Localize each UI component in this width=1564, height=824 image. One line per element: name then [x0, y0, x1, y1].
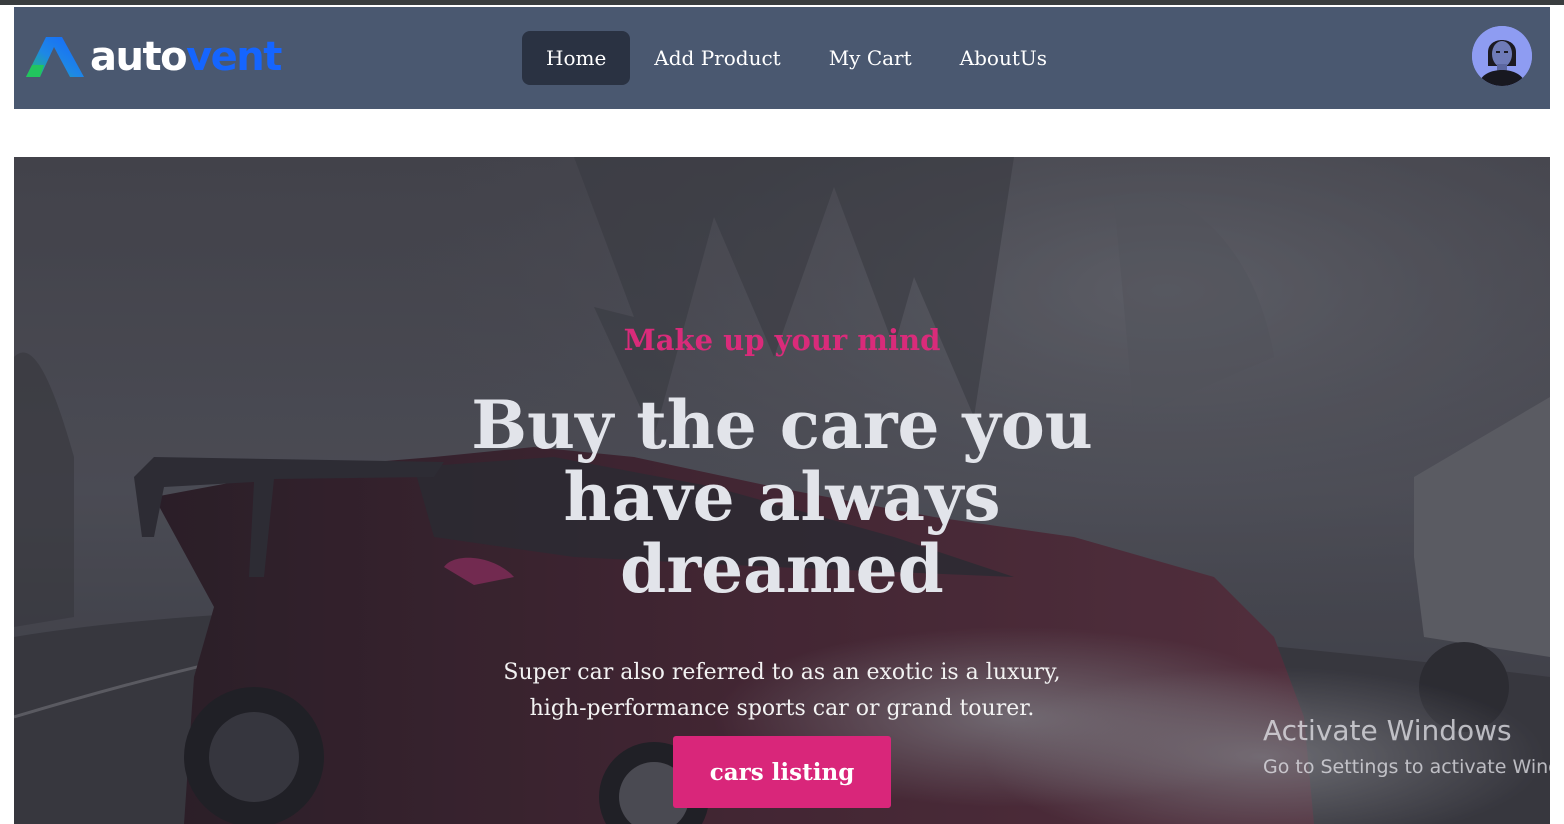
hero-banner: Make up your mind Buy the care you have …: [14, 157, 1550, 824]
nav-item-about-us[interactable]: AboutUs: [936, 31, 1071, 85]
hero-headline: Buy the care you have always dreamed: [471, 386, 1093, 608]
watermark-subtitle: Go to Settings to activate Windows.: [1263, 756, 1550, 778]
brand-name-part2: vent: [186, 34, 282, 80]
watermark-title: Activate Windows: [1263, 714, 1512, 747]
brand-name: autovent: [90, 34, 282, 80]
nav-item-add-product[interactable]: Add Product: [630, 31, 804, 85]
nav-item-my-cart[interactable]: My Cart: [805, 31, 936, 85]
brand-logo[interactable]: autovent: [26, 34, 282, 80]
nav-item-home[interactable]: Home: [522, 31, 631, 85]
hero-description: Super car also referred to as an exotic …: [503, 660, 1061, 721]
cars-listing-button[interactable]: cars listing: [673, 736, 891, 808]
main-nav: Home Add Product My Cart AboutUs: [522, 31, 1071, 85]
logo-mark-icon: [26, 37, 84, 77]
navbar: autovent Home Add Product My Cart AboutU…: [14, 7, 1550, 109]
user-avatar-icon: [1472, 26, 1532, 86]
user-avatar[interactable]: [1472, 26, 1532, 86]
window-top-border: [0, 0, 1564, 5]
brand-name-part1: auto: [90, 34, 188, 80]
hero-tagline: Make up your mind: [623, 323, 941, 357]
activate-windows-watermark: Activate Windows Go to Settings to activ…: [1263, 713, 1550, 781]
